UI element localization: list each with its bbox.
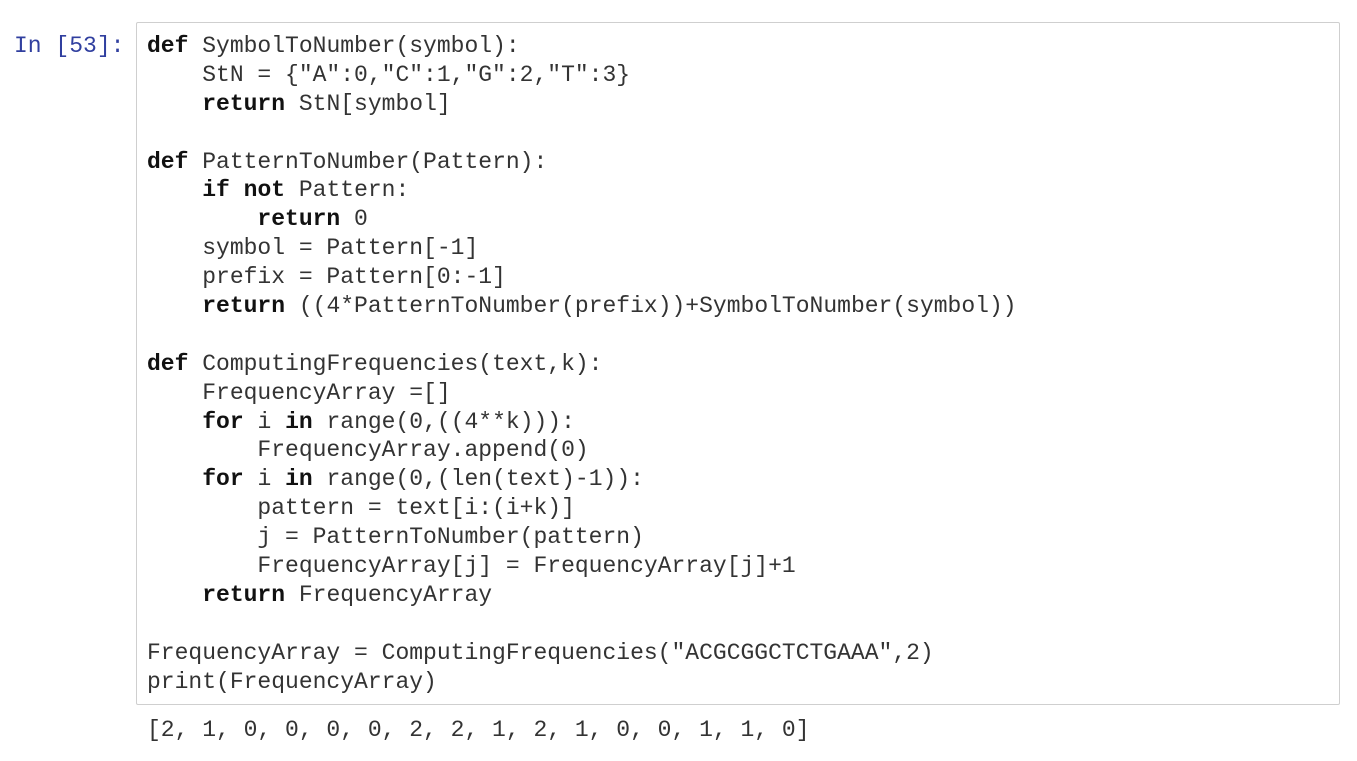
code-keyword: def (147, 350, 189, 377)
code-line: def SymbolToNumber(symbol): (147, 32, 1017, 61)
code-line: FrequencyArray[j] = FrequencyArray[j]+1 (147, 552, 1017, 581)
code-text: range(0,(len(text)-1)): (312, 466, 644, 493)
notebook-code-cell: In [53]: def SymbolToNumber(symbol): StN… (0, 0, 1357, 761)
input-prompt: In [53]: (14, 33, 125, 59)
code-text: pattern = text[i:(i+k)] (147, 495, 575, 522)
code-text: FrequencyArray = ComputingFrequencies("A… (147, 639, 934, 666)
code-text: ComputingFrequencies(text,k): (188, 350, 603, 377)
code-text: FrequencyArray =[] (147, 379, 451, 406)
code-line: def PatternToNumber(Pattern): (147, 148, 1017, 177)
code-keyword: not (243, 177, 286, 204)
code-line: return FrequencyArray (147, 581, 1017, 610)
code-text: symbol = Pattern[-1] (147, 235, 479, 262)
code-line: StN = {"A":0,"C":1,"G":2,"T":3} (147, 61, 1017, 90)
code-text: ((4*PatternToNumber(prefix))+SymbolToNum… (285, 293, 1017, 320)
code-line: FrequencyArray =[] (147, 379, 1017, 408)
cell-output: [2, 1, 0, 0, 0, 0, 2, 2, 1, 2, 1, 0, 0, … (147, 717, 810, 743)
code-keyword: for (202, 408, 244, 435)
code-text: SymbolToNumber(symbol): (188, 33, 520, 59)
code-text: StN = {"A":0,"C":1,"G":2,"T":3} (147, 61, 631, 88)
code-keyword: def (147, 148, 189, 175)
code-keyword: if (202, 177, 230, 204)
code-line: prefix = Pattern[0:-1] (147, 263, 1017, 292)
code-line: j = PatternToNumber(pattern) (147, 523, 1017, 552)
code-line: if not Pattern: (147, 176, 1017, 205)
code-line: print(FrequencyArray) (147, 668, 1017, 697)
code-text: FrequencyArray.append(0) (147, 437, 589, 464)
code-editor[interactable]: def SymbolToNumber(symbol): StN = {"A":0… (136, 22, 1340, 705)
code-text: print(FrequencyArray) (147, 668, 437, 695)
code-line: def ComputingFrequencies(text,k): (147, 350, 1017, 379)
code-text: i (243, 408, 286, 435)
code-line: FrequencyArray = ComputingFrequencies("A… (147, 639, 1017, 668)
code-line: FrequencyArray.append(0) (147, 436, 1017, 465)
code-text: j = PatternToNumber(pattern) (147, 524, 644, 551)
code-line: return StN[symbol] (147, 90, 1017, 119)
code-keyword: in (285, 408, 313, 435)
code-text: prefix = Pattern[0:-1] (147, 264, 506, 291)
code-text: range(0,((4**k))): (312, 408, 575, 435)
code-line: return 0 (147, 205, 1017, 234)
code-keyword: for (202, 466, 244, 493)
code-text: Pattern: (285, 177, 410, 204)
code-text: StN[symbol] (285, 90, 451, 117)
code-text: FrequencyArray[j] = FrequencyArray[j]+1 (147, 553, 796, 580)
code-text: i (243, 466, 286, 493)
code-keyword: return (257, 206, 341, 233)
code-line: pattern = text[i:(i+k)] (147, 494, 1017, 523)
code-text: PatternToNumber(Pattern): (188, 148, 548, 175)
code-line: for i in range(0,(len(text)-1)): (147, 465, 1017, 494)
code-keyword: def (147, 33, 189, 59)
code-line: for i in range(0,((4**k))): (147, 408, 1017, 437)
code-text: FrequencyArray (285, 581, 493, 608)
code-keyword: return (202, 581, 286, 608)
code-keyword: return (202, 90, 286, 117)
code-keyword: return (202, 293, 286, 320)
code-line: return ((4*PatternToNumber(prefix))+Symb… (147, 292, 1017, 321)
code-content[interactable]: def SymbolToNumber(symbol): StN = {"A":0… (147, 32, 1017, 696)
code-line: symbol = Pattern[-1] (147, 234, 1017, 263)
code-text: 0 (340, 206, 368, 233)
code-keyword: in (285, 466, 313, 493)
